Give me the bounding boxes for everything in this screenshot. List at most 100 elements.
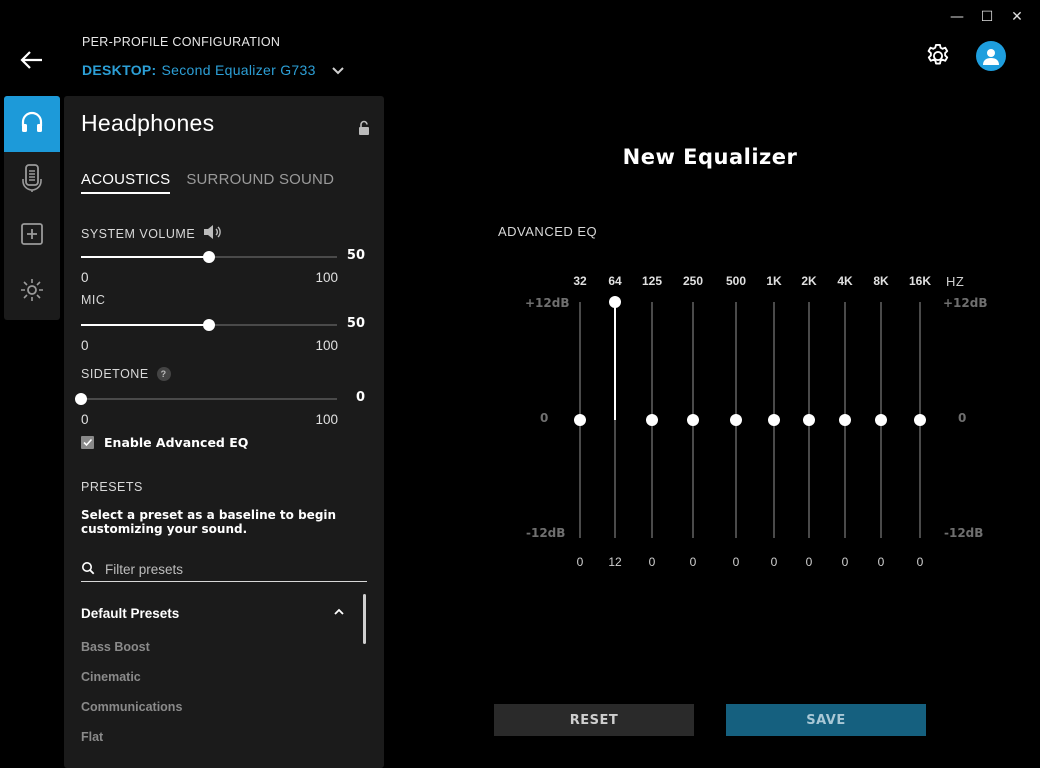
- eq-band-knob[interactable]: [687, 414, 699, 426]
- range-min: 0: [81, 412, 89, 427]
- eq-band-gain: 0: [732, 555, 740, 569]
- eq-zero-db-left: 0: [540, 411, 549, 425]
- presets-description: Select a preset as a baseline to begin c…: [81, 508, 337, 536]
- mic-value: 50: [346, 316, 365, 331]
- preset-filter: [81, 558, 367, 582]
- settings-panel: Headphones ACOUSTICS SURROUND SOUND SYST…: [64, 96, 384, 768]
- preset-item[interactable]: Cinematic: [81, 670, 141, 684]
- system-volume-label-row: SYSTEM VOLUME: [81, 224, 223, 243]
- help-icon[interactable]: ?: [156, 367, 171, 381]
- range-min: 0: [81, 270, 89, 285]
- mic-label-row: MIC: [81, 293, 105, 307]
- eq-band-knob[interactable]: [646, 414, 658, 426]
- eq-band-knob[interactable]: [730, 414, 742, 426]
- preset-item[interactable]: Bass Boost: [81, 640, 150, 654]
- eq-band-knob[interactable]: [914, 414, 926, 426]
- range-min: 0: [81, 338, 89, 353]
- eq-band-gain: 0: [648, 555, 656, 569]
- eq-band-frequency: 64: [608, 274, 622, 288]
- eq-band-gain: 0: [576, 555, 584, 569]
- default-presets-title: Default Presets: [81, 606, 180, 621]
- presets-scrollbar[interactable]: [363, 594, 366, 644]
- eq-band-knob[interactable]: [574, 414, 586, 426]
- speaker-icon: [203, 224, 223, 243]
- reset-button[interactable]: RESET: [494, 704, 694, 736]
- sidetone-range: 0 100: [81, 412, 338, 427]
- device-nav: [4, 96, 60, 320]
- system-volume-label: SYSTEM VOLUME: [81, 226, 196, 241]
- chevron-up-icon: [333, 606, 345, 621]
- advanced-eq-label: ADVANCED EQ: [498, 224, 598, 239]
- slider-knob[interactable]: [203, 319, 215, 331]
- system-volume-slider[interactable]: [81, 250, 337, 264]
- eq-band-gain: 0: [805, 555, 813, 569]
- eq-hz-unit: HZ: [946, 274, 965, 289]
- tab-surround-sound[interactable]: SURROUND SOUND: [186, 171, 334, 194]
- nav-microphone[interactable]: [4, 152, 60, 208]
- eq-band: 4K 0: [825, 274, 865, 574]
- tab-acoustics[interactable]: ACOUSTICS: [81, 171, 171, 194]
- checkbox-checked-icon[interactable]: [81, 436, 94, 449]
- filter-presets-input[interactable]: [105, 562, 355, 577]
- range-max: 100: [315, 338, 338, 353]
- eq-band-knob[interactable]: [609, 296, 621, 308]
- advanced-eq-toggle[interactable]: Enable Advanced EQ: [81, 435, 248, 450]
- eq-top-db-right: +12dB: [943, 296, 988, 310]
- preset-item[interactable]: Communications: [81, 700, 182, 714]
- system-volume-range: 0 100: [81, 270, 338, 285]
- eq-band-gain: 0: [841, 555, 849, 569]
- eq-band-frequency: 8K: [873, 274, 889, 288]
- mic-label: MIC: [81, 293, 106, 307]
- mic-range: 0 100: [81, 338, 338, 353]
- eq-band-frequency: 125: [641, 274, 663, 288]
- eq-band-knob[interactable]: [875, 414, 887, 426]
- eq-band-knob[interactable]: [803, 414, 815, 426]
- profile-selector[interactable]: DESKTOP: Second Equalizer G733: [82, 61, 345, 78]
- sidetone-label: SIDETONE: [81, 367, 149, 381]
- slider-fill: [81, 324, 209, 326]
- presets-title: PRESETS: [81, 480, 143, 494]
- lighting-icon: [19, 277, 45, 307]
- nav-assignments[interactable]: [4, 208, 60, 264]
- lock-icon[interactable]: [357, 120, 371, 136]
- minimize-button[interactable]: —: [942, 6, 972, 28]
- eq-band-frequency: 500: [725, 274, 747, 288]
- eq-band: 125 0: [632, 274, 672, 574]
- range-max: 100: [315, 412, 338, 427]
- panel-tabs: ACOUSTICS SURROUND SOUND: [81, 171, 334, 194]
- nav-headphones[interactable]: [4, 96, 60, 152]
- close-button[interactable]: ✕: [1002, 6, 1032, 28]
- nav-lighting[interactable]: [4, 264, 60, 320]
- eq-bottom-db-right: -12dB: [944, 526, 984, 540]
- slider-knob[interactable]: [75, 393, 87, 405]
- user-avatar-icon[interactable]: [976, 41, 1006, 71]
- window-controls: — ☐ ✕: [942, 6, 1032, 28]
- eq-band-fill: [614, 302, 616, 420]
- back-arrow-icon[interactable]: [18, 46, 46, 74]
- microphone-icon: [19, 163, 45, 197]
- eq-band-knob[interactable]: [839, 414, 851, 426]
- eq-band-gain: 0: [877, 555, 885, 569]
- sidetone-label-row: SIDETONE ?: [81, 367, 171, 381]
- maximize-button[interactable]: ☐: [972, 6, 1002, 28]
- preset-item[interactable]: Flat: [81, 730, 103, 744]
- save-button[interactable]: SAVE: [726, 704, 926, 736]
- slider-fill: [81, 256, 209, 258]
- eq-band-knob[interactable]: [768, 414, 780, 426]
- eq-band: 8K 0: [861, 274, 901, 574]
- sidetone-slider[interactable]: [75, 392, 337, 406]
- settings-gear-icon[interactable]: [924, 42, 952, 70]
- eq-band-frequency: 2K: [801, 274, 817, 288]
- add-box-icon: [19, 221, 45, 251]
- panel-title: Headphones: [81, 110, 215, 136]
- eq-band: 1K 0: [754, 274, 794, 574]
- eq-band-frequency: 32: [573, 274, 587, 288]
- eq-band: 64 12: [595, 274, 635, 574]
- default-presets-header[interactable]: Default Presets: [81, 606, 345, 621]
- headphones-icon: [18, 108, 46, 140]
- equalizer-title: New Equalizer: [622, 145, 798, 169]
- chevron-down-icon: [331, 64, 345, 78]
- slider-track: [81, 398, 337, 400]
- mic-slider[interactable]: [81, 318, 337, 332]
- slider-knob[interactable]: [203, 251, 215, 263]
